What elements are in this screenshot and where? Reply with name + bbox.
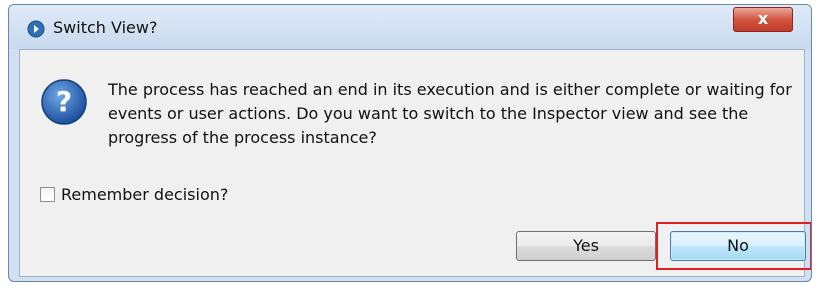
dialog-message: The process has reached an end in its ex… <box>108 80 792 147</box>
close-button[interactable]: x <box>733 7 793 32</box>
dialog-content: ? The process has reached an end in its … <box>19 49 811 277</box>
yes-button[interactable]: Yes <box>516 231 656 261</box>
app-icon <box>27 20 45 38</box>
remember-decision-checkbox[interactable]: Remember decision? <box>40 185 228 204</box>
dialog-title: Switch View? <box>53 18 158 37</box>
question-icon: ? <box>40 78 88 126</box>
no-button[interactable]: No <box>670 231 806 261</box>
switch-view-dialog: Switch View? x ? The process has reached… <box>8 4 812 282</box>
remember-decision-label: Remember decision? <box>61 185 229 204</box>
checkbox-box[interactable] <box>40 187 55 202</box>
close-icon: x <box>757 9 769 28</box>
svg-text:?: ? <box>56 85 72 118</box>
title-bar[interactable]: Switch View? x <box>9 5 811 49</box>
